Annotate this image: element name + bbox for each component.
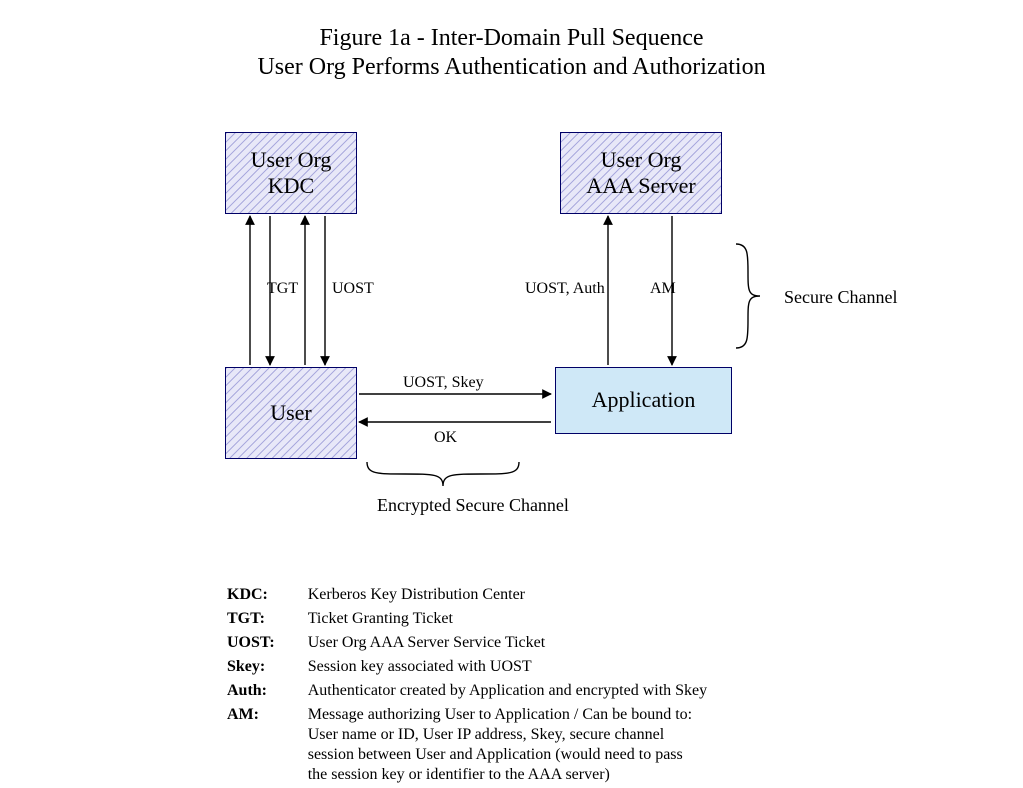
glossary-body: KDC:Kerberos Key Distribution CenterTGT:…	[226, 584, 708, 786]
annotation-secure-channel: Secure Channel	[784, 287, 897, 308]
title-line2: User Org Performs Authentication and Aut…	[257, 54, 765, 80]
glossary-term: TGT:	[226, 608, 305, 630]
diagram-canvas: User OrgKDC User OrgAAA Server User Appl…	[0, 82, 1023, 582]
edge-label-uost-auth: UOST, Auth	[525, 280, 605, 298]
node-user-org-kdc: User OrgKDC	[225, 132, 357, 214]
glossary-definition: Session key associated with UOST	[307, 656, 708, 678]
glossary-row: TGT:Ticket Granting Ticket	[226, 608, 708, 630]
node-application: Application	[555, 367, 732, 434]
edge-label-tgt: TGT	[267, 280, 298, 298]
node-label: User OrgKDC	[251, 147, 332, 198]
annotation-encrypted-secure-channel: Encrypted Secure Channel	[377, 495, 569, 516]
glossary-row: UOST:User Org AAA Server Service Ticket	[226, 632, 708, 654]
glossary-row: AM:Message authorizing User to Applicati…	[226, 704, 708, 786]
glossary-definition: Authenticator created by Application and…	[307, 680, 708, 702]
diagram-title: Figure 1a - Inter-Domain Pull Sequence U…	[0, 0, 1023, 82]
glossary-row: Skey:Session key associated with UOST	[226, 656, 708, 678]
glossary-definition: Kerberos Key Distribution Center	[307, 584, 708, 606]
edge-label-uost-skey: UOST, Skey	[403, 374, 484, 392]
node-label: User OrgAAA Server	[586, 147, 695, 198]
glossary-row: KDC:Kerberos Key Distribution Center	[226, 584, 708, 606]
node-user-org-aaa-server: User OrgAAA Server	[560, 132, 722, 214]
glossary-definition: Message authorizing User to Application …	[307, 704, 708, 786]
glossary-table: KDC:Kerberos Key Distribution CenterTGT:…	[224, 582, 710, 788]
title-line1: Figure 1a - Inter-Domain Pull Sequence	[319, 25, 703, 51]
glossary-term: KDC:	[226, 584, 305, 606]
glossary-term: UOST:	[226, 632, 305, 654]
glossary-definition: Ticket Granting Ticket	[307, 608, 708, 630]
glossary-term: AM:	[226, 704, 305, 786]
node-user: User	[225, 367, 357, 459]
glossary-definition: User Org AAA Server Service Ticket	[307, 632, 708, 654]
glossary-term: Skey:	[226, 656, 305, 678]
edge-label-uost: UOST	[332, 280, 374, 298]
node-label: User	[270, 400, 312, 425]
edge-label-ok: OK	[434, 429, 457, 447]
edge-label-am: AM	[650, 280, 676, 298]
glossary-row: Auth:Authenticator created by Applicatio…	[226, 680, 708, 702]
glossary-term: Auth:	[226, 680, 305, 702]
node-label: Application	[592, 387, 696, 412]
